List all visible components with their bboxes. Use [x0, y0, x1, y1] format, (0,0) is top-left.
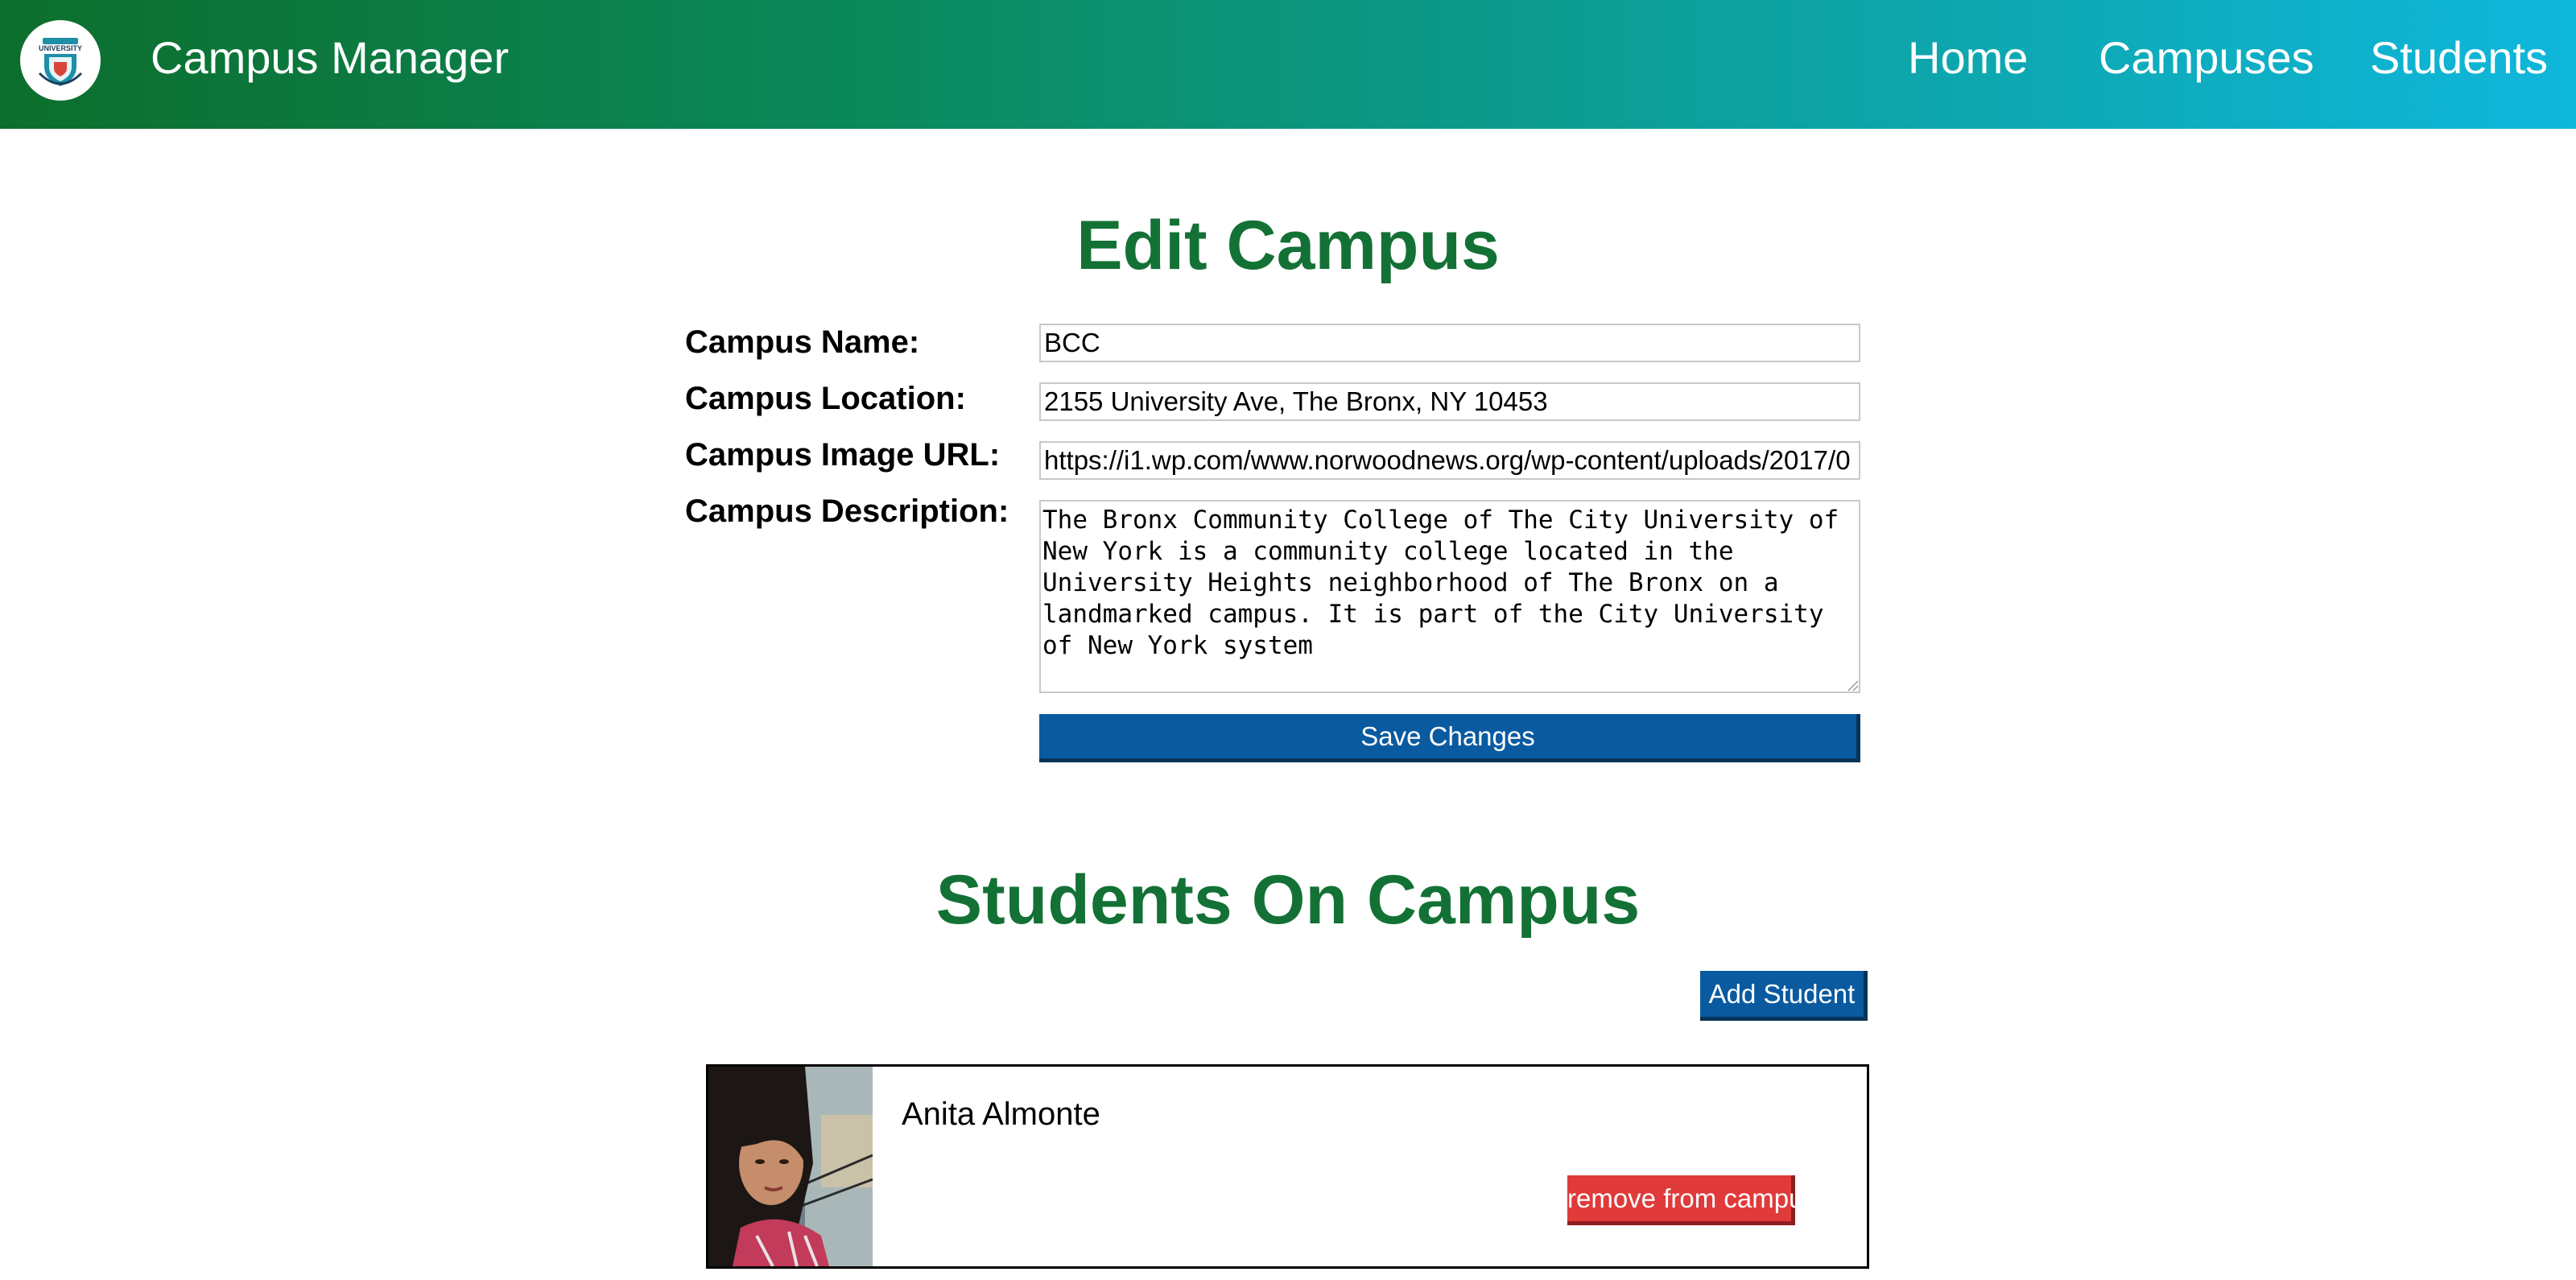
student-name-link[interactable]: Anita Almonte	[902, 1096, 1100, 1133]
campus-image-url-label: Campus Image URL:	[685, 437, 1001, 473]
resize-grip-icon[interactable]	[1846, 679, 1859, 692]
student-photo[interactable]	[708, 1067, 873, 1266]
students-on-campus-heading: Students On Campus	[935, 861, 1641, 939]
campus-image-url-input[interactable]	[1039, 441, 1860, 480]
campus-name-input[interactable]	[1039, 324, 1860, 362]
remove-from-campus-button[interactable]: remove from campus	[1567, 1175, 1817, 1225]
edit-campus-heading: Edit Campus	[1076, 207, 1500, 284]
top-navbar: UNIVERSITY Campus Manager Home Campuses …	[0, 0, 2576, 129]
save-changes-button[interactable]: Save Changes	[1039, 714, 1860, 762]
add-student-button[interactable]: Add Student	[1700, 971, 1868, 1021]
nav-home-link[interactable]: Home	[1908, 32, 2028, 84]
campus-location-label: Campus Location:	[685, 381, 966, 416]
university-crest-icon[interactable]: UNIVERSITY	[20, 20, 101, 101]
campus-name-label: Campus Name:	[685, 324, 920, 360]
nav-campuses-link[interactable]: Campuses	[2099, 32, 2314, 84]
campus-location-input[interactable]	[1039, 382, 1860, 421]
campus-description-label: Campus Description:	[685, 493, 1009, 529]
nav-students-link[interactable]: Students	[2370, 32, 2548, 84]
campus-description-textarea[interactable]: The Bronx Community College of The City …	[1039, 500, 1860, 693]
student-card: Anita Almonte remove from campus	[706, 1064, 1869, 1269]
app-title: Campus Manager	[151, 32, 510, 83]
svg-text:UNIVERSITY: UNIVERSITY	[39, 44, 82, 52]
